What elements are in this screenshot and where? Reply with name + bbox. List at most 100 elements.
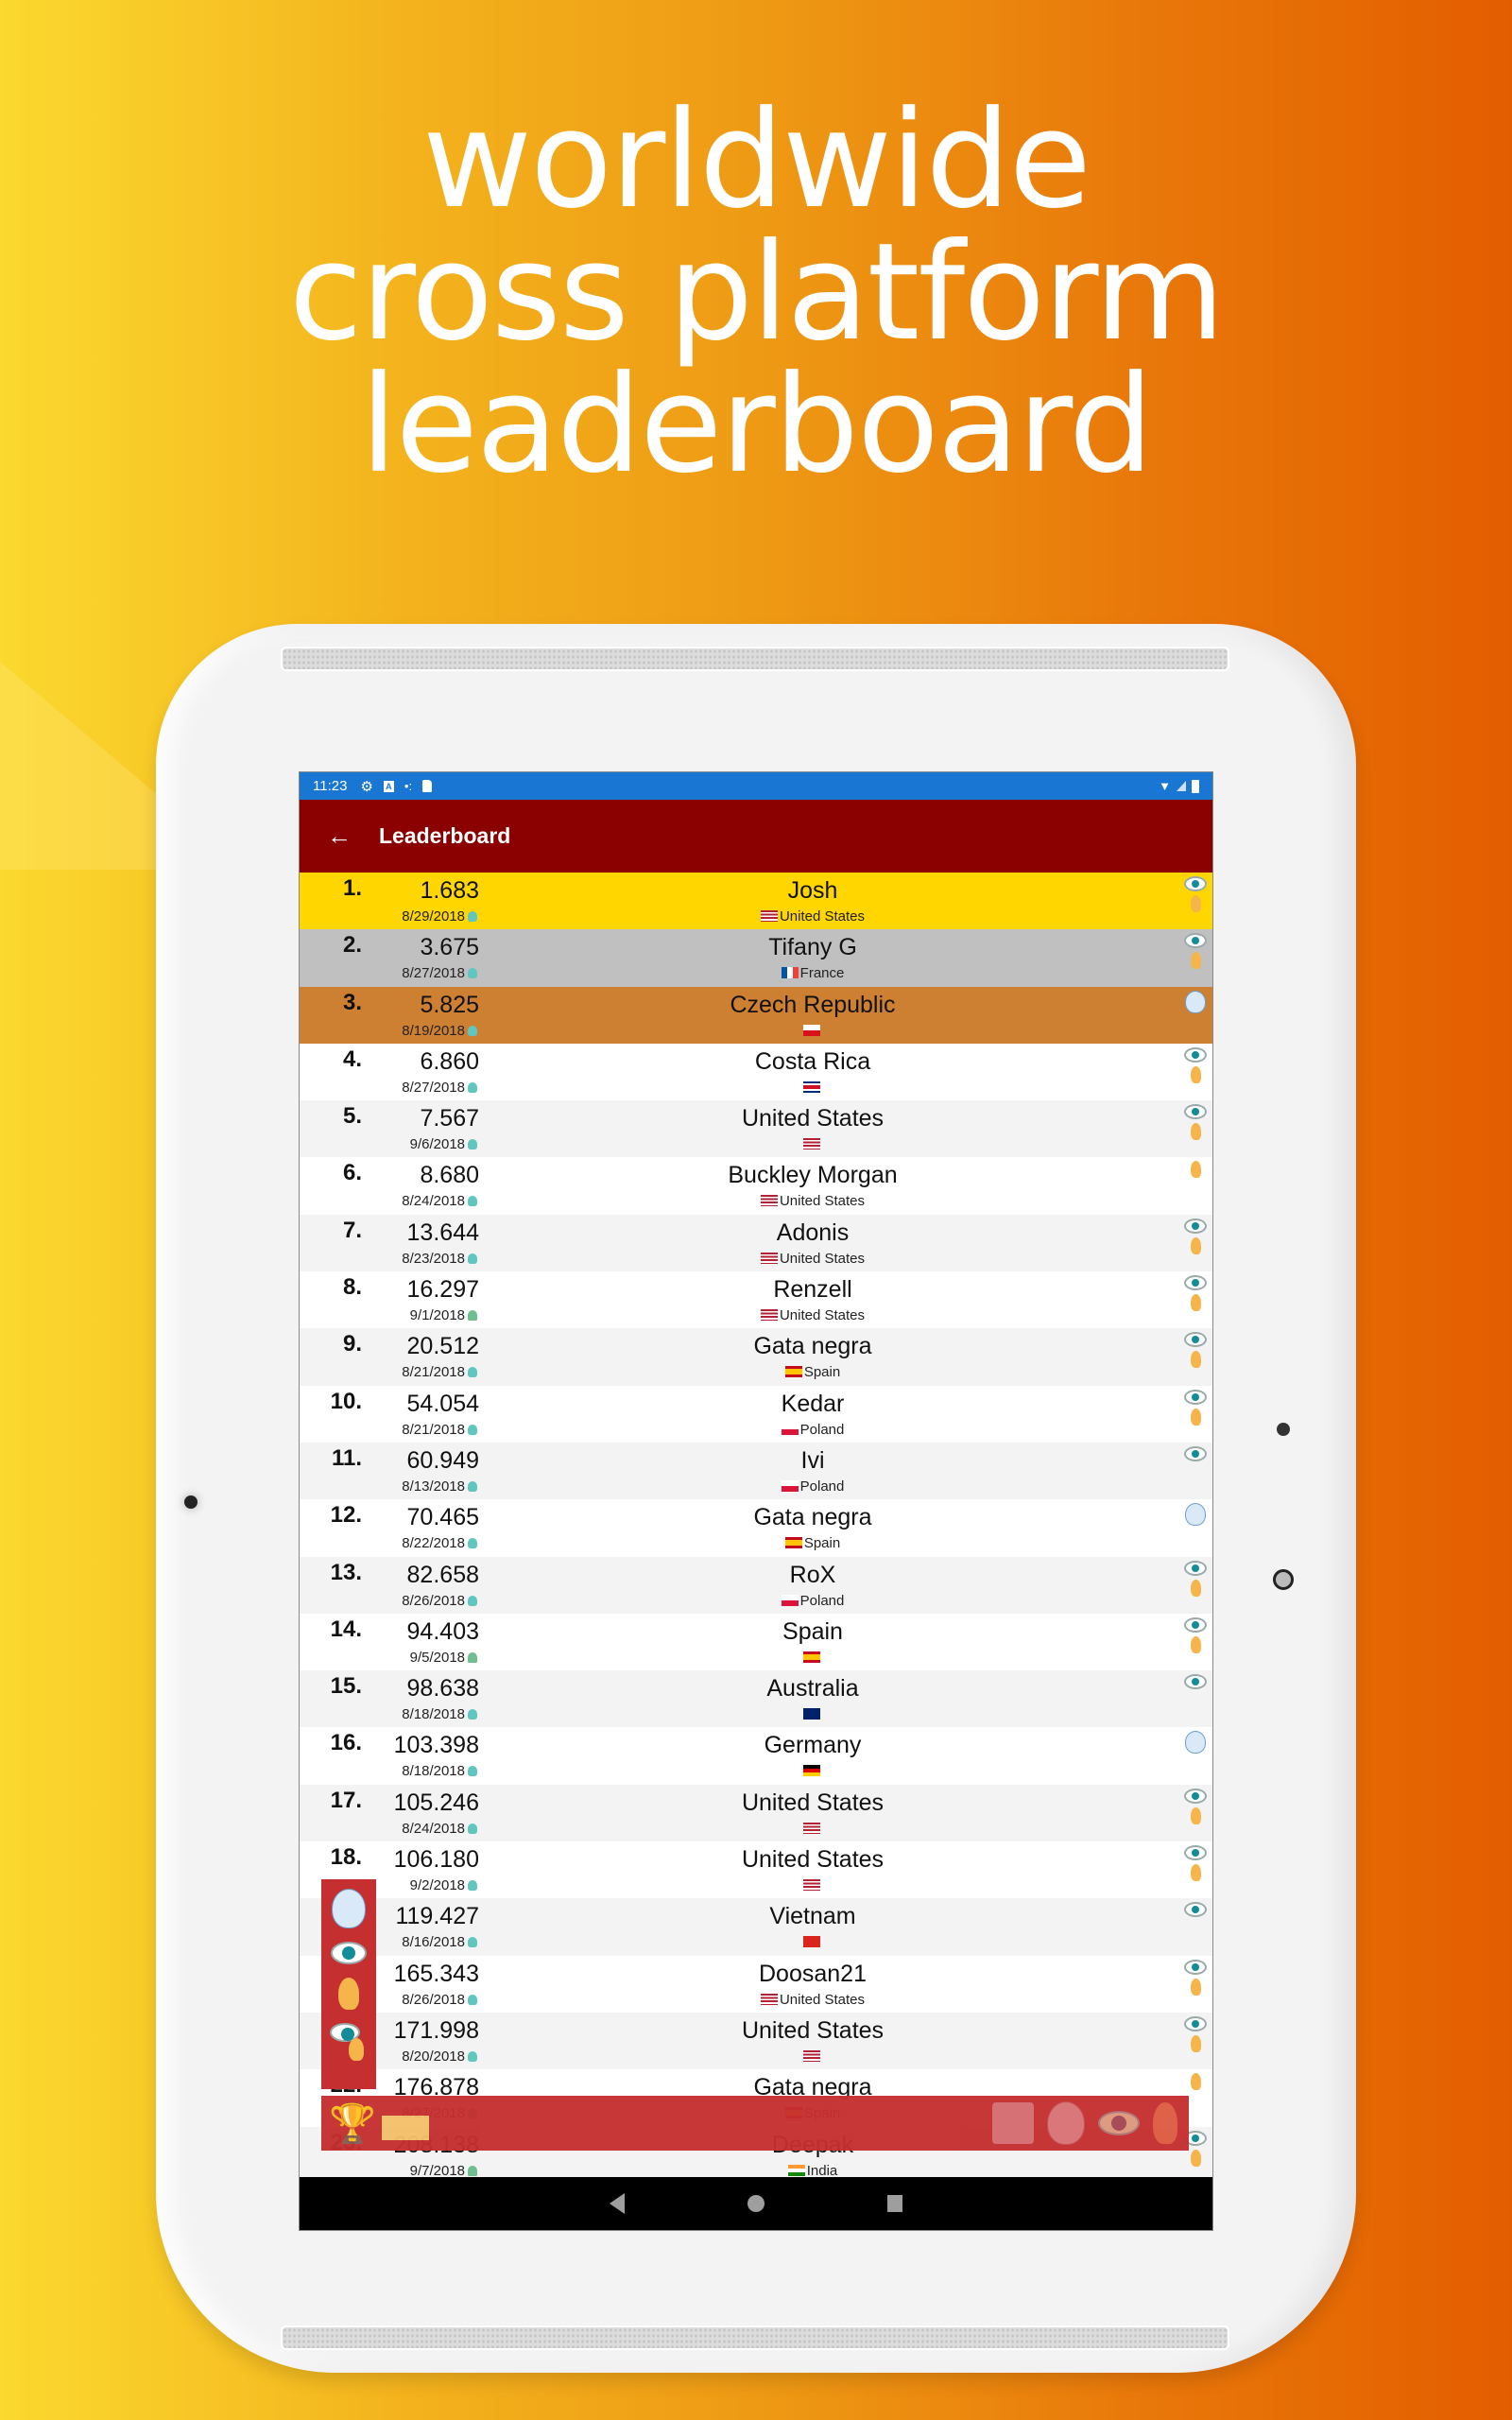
leaderboard-row[interactable]: 18. 106.180 9/2/2018 United States: [300, 1841, 1212, 1899]
eye-icon[interactable]: [1098, 2111, 1140, 2135]
rank: 7.: [342, 1217, 362, 1243]
ear-icon: [1190, 1236, 1201, 1254]
nav-home-button[interactable]: [747, 2195, 765, 2212]
ear-icon: [1190, 1579, 1201, 1597]
ear-icon: [1190, 952, 1201, 970]
date: 9/5/2018: [337, 1650, 477, 1666]
player-name: Spain: [782, 1617, 843, 1645]
country: [479, 1763, 1146, 1779]
leaderboard-row[interactable]: 6. 8.680 8/24/2018 Buckley Morgan United Sta…: [300, 1157, 1212, 1215]
leaderboard-row[interactable]: 4. 6.860 8/27/2018 Costa Rica: [300, 1043, 1212, 1101]
date-text: 9/1/2018: [409, 1307, 465, 1324]
leaderboard-row[interactable]: 19.119.4278/16/2018Vietnam: [300, 1898, 1212, 1956]
leaderboard-row[interactable]: 20.165.3438/26/2018Doosan21United States: [300, 1955, 1212, 2013]
ios-platform-icon: [468, 1025, 477, 1036]
leaderboard-row[interactable]: 16. 103.398 8/18/2018 Germany: [300, 1727, 1212, 1785]
leaderboard-row[interactable]: 11. 60.949 8/13/2018 Ivi Poland: [300, 1442, 1212, 1500]
nav-back-button[interactable]: [610, 2193, 625, 2214]
back-arrow-icon[interactable]: ←: [300, 821, 379, 851]
date-text: 8/29/2018: [402, 908, 465, 925]
rank: 14.: [330, 1616, 362, 1642]
flag-us-icon: [760, 1195, 778, 1207]
leaderboard-row[interactable]: 2. 3.675 8/27/2018 Tifany G France: [300, 929, 1212, 987]
date: 8/26/2018: [337, 1593, 477, 1609]
game-modes: [1184, 1389, 1207, 1426]
date-text: 8/21/2018: [402, 1364, 465, 1381]
date: 8/13/2018: [337, 1478, 477, 1495]
eye-icon: [1184, 876, 1207, 891]
leaderboard-list[interactable]: 1. 1.683 8/29/2018 Josh United States 2. 3.675…: [300, 873, 1212, 2184]
date-text: 8/24/2018: [402, 1193, 465, 1210]
rank: 16.: [330, 1730, 362, 1756]
flag-pl-icon: [781, 1594, 799, 1606]
game-modes: [1184, 933, 1207, 970]
flag-cr-icon: [803, 1080, 820, 1093]
brain-icon[interactable]: [332, 1889, 366, 1928]
ear-icon: [1190, 1065, 1201, 1083]
ios-platform-icon: [468, 1823, 477, 1834]
flag-cz-icon: [803, 1024, 820, 1036]
android-platform-icon: [468, 2165, 477, 2176]
game-modes: [1184, 876, 1207, 912]
game-modes: [1184, 1104, 1207, 1141]
eye-icon: [1184, 2015, 1207, 2031]
eye-icon: [1184, 933, 1207, 949]
date-text: 8/22/2018: [402, 1535, 465, 1552]
eye-icon: [1184, 1445, 1207, 1461]
eye-ear-icon[interactable]: [330, 2023, 368, 2061]
country: [479, 1706, 1146, 1722]
ear-icon: [1190, 1635, 1201, 1653]
ear-icon: [1190, 1161, 1201, 1179]
flag-in-icon: [787, 2164, 805, 2176]
leaderboard-row[interactable]: 8. 16.297 9/1/2018 Renzell United States: [300, 1271, 1212, 1329]
date-text: 9/7/2018: [409, 2162, 465, 2179]
flag-us-icon: [803, 2049, 820, 2062]
nav-recents-button[interactable]: [887, 2195, 902, 2212]
game-modes: [1184, 2015, 1207, 2052]
leaderboard-row[interactable]: 15. 98.638 8/18/2018 Australia: [300, 1670, 1212, 1728]
podium-icon[interactable]: [381, 2116, 429, 2140]
player-name: Buckley Morgan: [728, 1162, 898, 1189]
score: 103.398: [393, 1732, 479, 1759]
leaderboard-row[interactable]: 7. 13.644 8/23/2018 Adonis United States: [300, 1214, 1212, 1272]
status-bar: 11:23 ⚙ A •: ▼: [300, 772, 1212, 800]
leaderboard-row[interactable]: 12. 70.465 8/22/2018 Gata negra Spain: [300, 1499, 1212, 1557]
player-name: Czech Republic: [730, 991, 896, 1018]
flag-es-icon: [784, 1537, 802, 1549]
leaderboard-row[interactable]: 10. 54.054 8/21/2018 Kedar Poland: [300, 1385, 1212, 1443]
ear-icon[interactable]: [1153, 2102, 1177, 2144]
ear-icon[interactable]: [338, 1978, 359, 2010]
leaderboard-row[interactable]: 14. 94.403 9/5/2018 Spain: [300, 1613, 1212, 1671]
rank: 18.: [330, 1844, 362, 1871]
player-name: Tifany G: [768, 934, 857, 961]
devices-icon[interactable]: [992, 2102, 1034, 2144]
date: 8/18/2018: [337, 1706, 477, 1722]
ios-platform-icon: [468, 1196, 477, 1207]
leaderboard-row[interactable]: 1. 1.683 8/29/2018 Josh United States: [300, 873, 1212, 930]
trophy-icon[interactable]: 🏆: [329, 2101, 376, 2146]
eye-icon[interactable]: [331, 1942, 367, 1964]
ios-platform-icon: [468, 1424, 477, 1435]
ear-icon: [1190, 1123, 1201, 1141]
leaderboard-row[interactable]: 3. 5.825 8/19/2018 Czech Republic: [300, 986, 1212, 1044]
brain-icon[interactable]: [1047, 2101, 1085, 2145]
game-modes: [1184, 1503, 1207, 1527]
battery-charging-icon: [1192, 779, 1199, 793]
rank: 15.: [330, 1673, 362, 1700]
eye-icon: [1184, 1674, 1207, 1690]
date-text: 8/19/2018: [402, 1022, 465, 1039]
rank: 17.: [330, 1787, 362, 1813]
category-bar: 🏆: [321, 2096, 1189, 2151]
rank: 3.: [342, 989, 362, 1015]
leaderboard-row[interactable]: 5. 7.567 9/6/2018 United States: [300, 1100, 1212, 1158]
leaderboard-row[interactable]: 9. 20.512 8/21/2018 Gata negra Spain: [300, 1328, 1212, 1386]
score: 6.860: [420, 1047, 479, 1075]
flag-es-icon: [784, 1366, 802, 1378]
leaderboard-row[interactable]: 17. 105.246 8/24/2018 United States: [300, 1784, 1212, 1842]
game-modes: [1184, 1902, 1207, 1918]
leaderboard-row[interactable]: 13. 82.658 8/26/2018 RoX Poland: [300, 1556, 1212, 1614]
headline-line-2: cross platform: [288, 215, 1226, 371]
date-text: 8/21/2018: [402, 1421, 465, 1438]
score: 98.638: [406, 1675, 479, 1703]
leaderboard-row[interactable]: 21.171.9988/20/2018United States: [300, 2012, 1212, 2070]
